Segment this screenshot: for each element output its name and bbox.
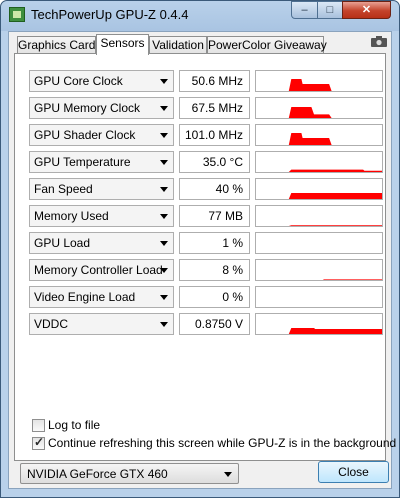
chevron-down-icon <box>224 472 232 477</box>
gpu-selector-value: NVIDIA GeForce GTX 460 <box>27 467 168 481</box>
sensor-graph-area <box>256 225 382 226</box>
continue-refresh-label: Continue refreshing this screen while GP… <box>48 436 397 450</box>
chevron-down-icon <box>160 106 168 111</box>
sensor-row: Memory Controller Load 8 % <box>29 259 383 283</box>
tab-graphics-card[interactable]: Graphics Card <box>17 36 96 54</box>
sensor-graph[interactable] <box>255 205 383 227</box>
sensor-graph-area <box>256 79 332 91</box>
sensor-graph[interactable] <box>255 286 383 308</box>
chevron-down-icon <box>160 79 168 84</box>
sensor-graph[interactable] <box>255 97 383 119</box>
sensor-name: Fan Speed <box>34 182 93 196</box>
sensor-label-dropdown[interactable]: Memory Used <box>29 205 174 227</box>
gpuz-app-icon <box>9 7 25 22</box>
sensor-graph[interactable] <box>255 313 383 335</box>
sensor-value: 101.0 MHz <box>179 124 250 146</box>
sensor-graph-area <box>256 193 382 199</box>
title-bar[interactable]: TechPowerUp GPU-Z 0.4.4 – □ ✕ <box>1 1 399 29</box>
sensor-value: 8 % <box>179 259 250 281</box>
sensor-label-dropdown[interactable]: Memory Controller Load <box>29 259 174 281</box>
sensor-name: GPU Shader Clock <box>34 128 136 142</box>
chevron-down-icon <box>160 187 168 192</box>
sensor-graph[interactable] <box>255 232 383 254</box>
log-to-file-label: Log to file <box>48 418 101 432</box>
sensor-row: GPU Shader Clock 101.0 MHz <box>29 124 383 148</box>
sensor-name: GPU Load <box>34 236 91 250</box>
sensor-graph[interactable] <box>255 124 383 146</box>
sensors-panel: GPU Core Clock 50.6 MHz GPU Memory Clock 67… <box>14 53 396 461</box>
sensor-label-dropdown[interactable]: GPU Shader Clock <box>29 124 174 146</box>
close-button[interactable]: Close <box>318 461 389 483</box>
sensor-value: 0.8750 V <box>179 313 250 335</box>
sensor-graph-area <box>256 328 382 334</box>
sensor-row: Fan Speed 40 % <box>29 178 383 202</box>
sensor-name: GPU Memory Clock <box>34 101 141 115</box>
sensor-value: 35.0 °C <box>179 151 250 173</box>
sensor-graph-area <box>256 279 382 280</box>
sensor-label-dropdown[interactable]: Video Engine Load <box>29 286 174 308</box>
client-area: Graphics Card Sensors Validation PowerCo… <box>8 31 396 489</box>
window-title: TechPowerUp GPU-Z 0.4.4 <box>31 7 189 22</box>
sensor-value: 0 % <box>179 286 250 308</box>
sensor-graph-area <box>256 169 382 172</box>
sensor-label-dropdown[interactable]: GPU Core Clock <box>29 70 174 92</box>
sensor-value: 40 % <box>179 178 250 200</box>
gpuz-window: TechPowerUp GPU-Z 0.4.4 – □ ✕ Graphics C… <box>0 0 400 498</box>
sensor-name: Video Engine Load <box>34 290 136 304</box>
sensor-row: GPU Temperature 35.0 °C <box>29 151 383 175</box>
sensor-label-dropdown[interactable]: GPU Memory Clock <box>29 97 174 119</box>
sensor-row: Video Engine Load 0 % <box>29 286 383 310</box>
gpu-selector-dropdown[interactable]: NVIDIA GeForce GTX 460 <box>20 463 239 484</box>
sensor-label-dropdown[interactable]: Fan Speed <box>29 178 174 200</box>
chevron-down-icon <box>160 322 168 327</box>
chevron-down-icon <box>160 241 168 246</box>
checkmark-icon: ✓ <box>34 435 45 449</box>
tab-validation[interactable]: Validation <box>149 36 207 54</box>
sensor-value: 67.5 MHz <box>179 97 250 119</box>
chevron-down-icon <box>160 214 168 219</box>
tab-powercolor-giveaway[interactable]: PowerColor Giveaway <box>207 36 327 54</box>
chevron-down-icon <box>160 160 168 165</box>
minimize-button[interactable]: – <box>291 1 318 19</box>
sensor-label-dropdown[interactable]: GPU Load <box>29 232 174 254</box>
sensor-graph[interactable] <box>255 259 383 281</box>
sensor-row: GPU Load 1 % <box>29 232 383 256</box>
sensor-row: GPU Memory Clock 67.5 MHz <box>29 97 383 121</box>
sensor-row: Memory Used 77 MB <box>29 205 383 229</box>
sensor-name: Memory Controller Load <box>34 263 163 277</box>
chevron-down-icon <box>160 268 168 273</box>
chevron-down-icon <box>160 133 168 138</box>
sensor-graph[interactable] <box>255 151 383 173</box>
sensor-graph[interactable] <box>255 178 383 200</box>
close-window-button[interactable]: ✕ <box>342 1 391 19</box>
sensor-value: 1 % <box>179 232 250 254</box>
chevron-down-icon <box>160 295 168 300</box>
maximize-button[interactable]: □ <box>317 1 343 19</box>
camera-icon[interactable] <box>371 36 387 47</box>
sensor-name: VDDC <box>34 317 69 331</box>
sensor-graph-area <box>256 133 332 145</box>
sensor-name: GPU Core Clock <box>34 74 123 88</box>
sensor-graph[interactable] <box>255 70 383 92</box>
sensor-label-dropdown[interactable]: GPU Temperature <box>29 151 174 173</box>
sensor-value: 50.6 MHz <box>179 70 250 92</box>
sensor-value: 77 MB <box>179 205 250 227</box>
sensor-name: GPU Temperature <box>34 155 131 169</box>
continue-refresh-checkbox[interactable]: ✓ <box>32 435 45 450</box>
sensor-row: VDDC 0.8750 V <box>29 313 383 337</box>
sensor-row: GPU Core Clock 50.6 MHz <box>29 70 383 94</box>
log-to-file-checkbox[interactable] <box>32 419 45 432</box>
tab-sensors[interactable]: Sensors <box>96 34 149 55</box>
sensor-label-dropdown[interactable]: VDDC <box>29 313 174 335</box>
sensor-graph-area <box>256 107 332 118</box>
sensor-name: Memory Used <box>34 209 109 223</box>
